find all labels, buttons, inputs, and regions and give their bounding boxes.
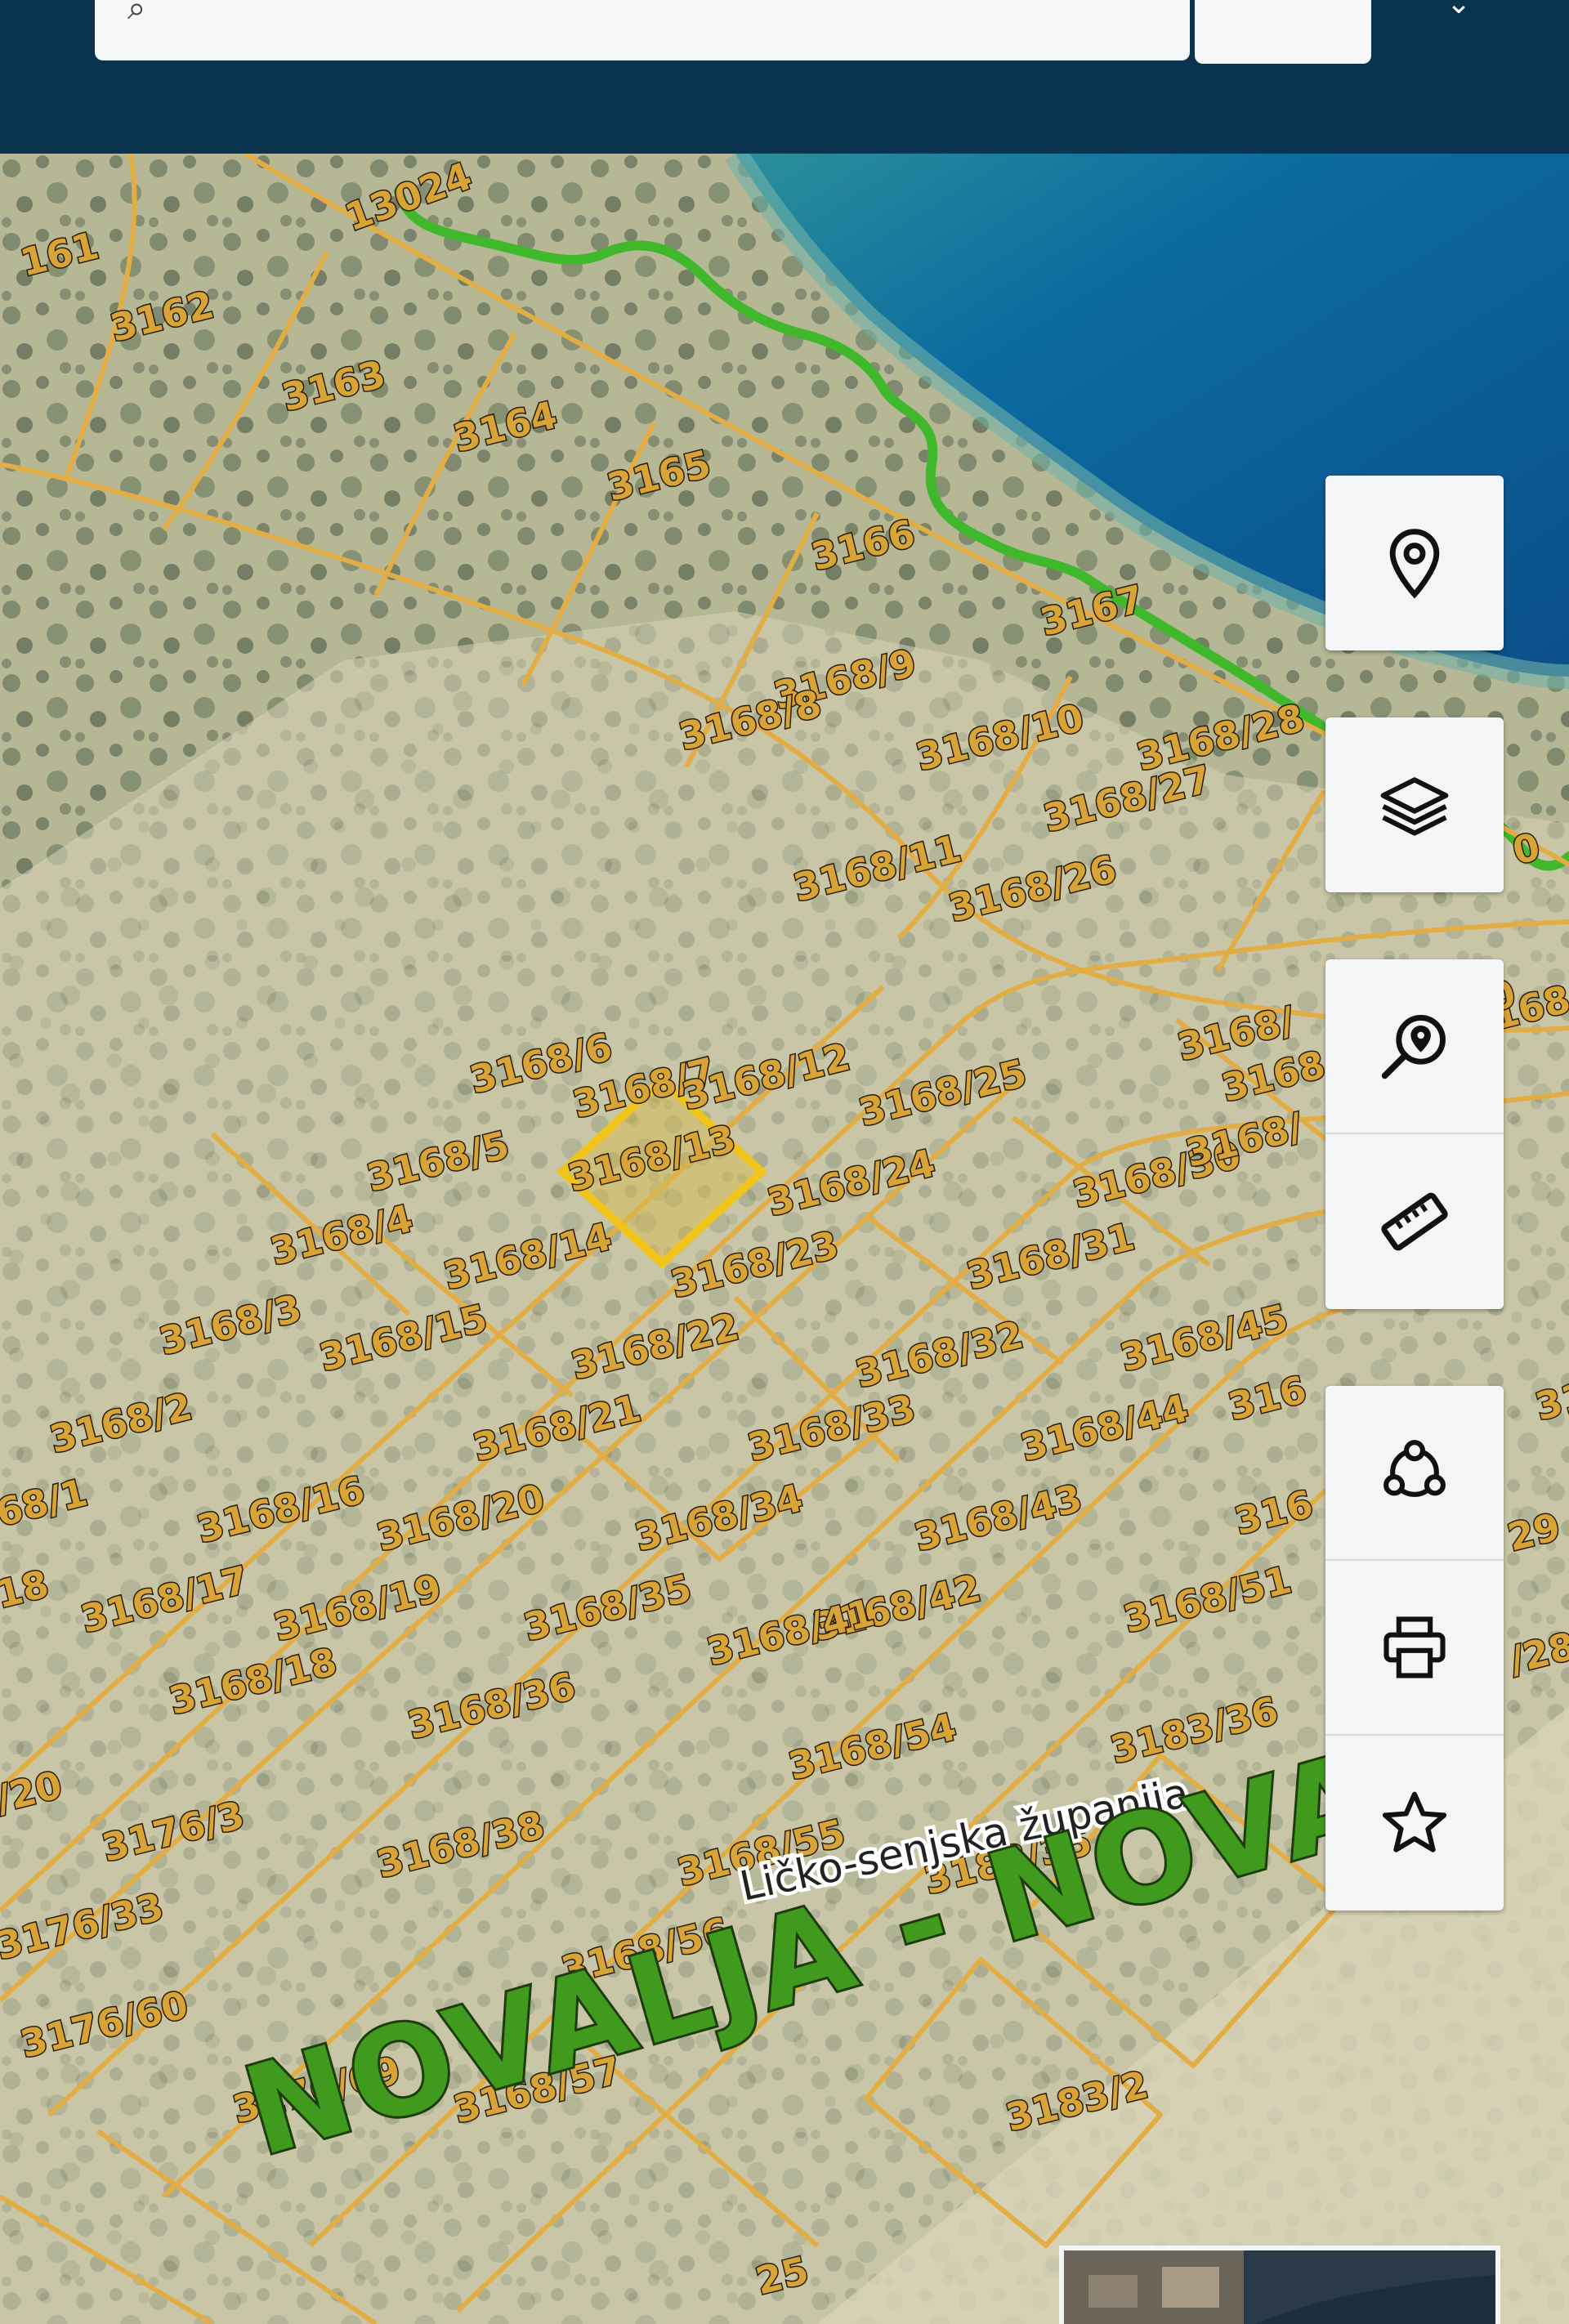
toolbar-layers [1325, 717, 1504, 892]
search-location-icon [1381, 1015, 1446, 1079]
find-parcel-button[interactable] [1325, 959, 1504, 1134]
measure-button[interactable] [1325, 1134, 1504, 1309]
basemap-thumbnail [1064, 2250, 1495, 2324]
share-nodes-icon [1383, 1440, 1446, 1497]
star-icon [1382, 1791, 1447, 1852]
chevron-icon[interactable]: ⌄ [1446, 0, 1504, 19]
toolbar-tools [1325, 1386, 1504, 1911]
location-button[interactable] [1325, 476, 1504, 650]
basemap-switcher[interactable] [1059, 2246, 1500, 2324]
search-button[interactable] [1195, 0, 1371, 64]
top-bar: ⌕ ⌄ [0, 0, 1569, 154]
location-pin-icon [1389, 529, 1440, 599]
print-button[interactable] [1325, 1561, 1504, 1736]
ruler-icon [1381, 1192, 1448, 1251]
favorite-button[interactable] [1325, 1736, 1504, 1911]
share-button[interactable] [1325, 1386, 1504, 1561]
printer-icon [1383, 1616, 1446, 1678]
layers-icon [1380, 777, 1449, 836]
search-icon: ⌕ [127, 0, 146, 27]
toolbar-search-measure [1325, 959, 1504, 1309]
layers-button[interactable] [1325, 717, 1504, 892]
toolbar-location [1325, 476, 1504, 650]
search-input[interactable]: ⌕ [95, 0, 1190, 60]
